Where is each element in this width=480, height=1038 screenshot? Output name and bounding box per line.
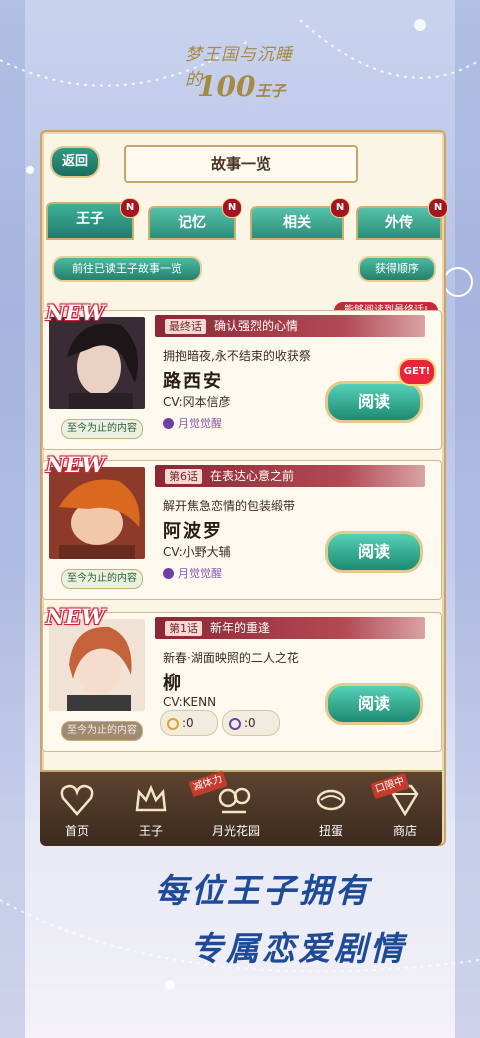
nav-label: 商店: [392, 824, 417, 838]
new-label: NEW: [46, 300, 105, 325]
prince-name: 阿波罗: [163, 521, 223, 542]
voice-actor: CV:冈本信彦: [163, 395, 231, 409]
prince-portrait[interactable]: [49, 317, 145, 409]
prince-portrait[interactable]: [49, 467, 145, 559]
chapter-number: 最终话: [165, 319, 206, 334]
back-button[interactable]: 返回: [50, 146, 100, 178]
story-card-lucian: 最终话 确认强烈的心情 拥抱暗夜,永不结束的收获祭 路西安 CV:冈本信彦 月觉觉…: [42, 310, 442, 450]
moon-count: :0: [244, 716, 256, 730]
heart-icon: [60, 784, 94, 816]
chapter-title: 新年的重逢: [210, 621, 271, 635]
page-title: 故事一览: [124, 145, 358, 183]
tab-memory-new-badge: N: [222, 198, 242, 218]
moon-icon: [229, 718, 241, 730]
voice-actor: CV:小野大辅: [163, 545, 231, 559]
moon-icon: [163, 418, 174, 429]
moon-counter: :0: [222, 710, 280, 736]
logo-number: 100: [197, 70, 256, 103]
read-button[interactable]: 阅读: [325, 381, 423, 423]
chapter-title: 确认强烈的心情: [214, 319, 299, 333]
read-button[interactable]: 阅读: [325, 683, 423, 725]
gacha-icon: [316, 789, 346, 811]
chapter-banner: 第1话 新年的重逢: [155, 617, 425, 639]
story-so-far-button-disabled: 至今为止的内容: [61, 721, 143, 741]
prince-portrait[interactable]: [49, 619, 145, 711]
game-logo: 梦王国与沉睡的 100王子: [185, 40, 295, 110]
awakening-status: 月觉觉醒: [163, 565, 222, 581]
nav-label: 扭蛋: [318, 824, 343, 838]
sort-order-button[interactable]: 获得顺序: [358, 256, 436, 282]
story-card-apollo: 第6话 在表达心意之前 解开焦急恋情的包装缎带 阿波罗 CV:小野大辅 月觉觉醒 …: [42, 460, 442, 600]
prince-name: 柳: [163, 673, 183, 694]
slogan-line2: 专属恋爱剧情: [190, 929, 406, 968]
story-description: 拥抱暗夜,永不结束的收获祭: [163, 349, 311, 363]
logo-title-line2: 100王子: [197, 70, 285, 103]
chapter-banner: 最终话 确认强烈的心情: [155, 315, 425, 337]
nav-prince[interactable]: 王子: [118, 776, 184, 844]
nav-label: 王子: [138, 824, 163, 838]
tab-prince-new-badge: N: [120, 198, 140, 218]
logo-suffix: 王子: [255, 82, 286, 100]
nav-label: 月光花园: [211, 824, 260, 838]
chapter-number: 第1话: [165, 621, 202, 636]
chapter-title: 在表达心意之前: [210, 469, 295, 483]
status-label: 月觉觉醒: [178, 567, 222, 580]
crown-icon: [135, 784, 167, 812]
nav-label: 首页: [64, 824, 89, 838]
nav-gacha[interactable]: 扭蛋: [298, 776, 364, 844]
story-description: 新春·湖面映照的二人之花: [163, 651, 299, 665]
slogan-line1: 每位王子拥有: [155, 871, 371, 910]
gold-count: :0: [182, 716, 194, 730]
status-label: 月觉觉醒: [178, 417, 222, 430]
nav-home[interactable]: 首页: [44, 776, 110, 844]
awakening-status: 月觉觉醒: [163, 415, 222, 431]
chapter-number: 第6话: [165, 469, 202, 484]
tab-side-story-new-badge: N: [428, 198, 448, 218]
new-label: NEW: [46, 604, 105, 629]
tab-related-new-badge: N: [330, 198, 350, 218]
story-so-far-button[interactable]: 至今为止的内容: [61, 419, 143, 439]
gold-ring-icon: [167, 718, 179, 730]
moon-icon: [163, 568, 174, 579]
story-so-far-button[interactable]: 至今为止的内容: [61, 569, 143, 589]
get-badge: GET!: [398, 358, 436, 386]
chapter-banner: 第6话 在表达心意之前: [155, 465, 425, 487]
read-button[interactable]: 阅读: [325, 531, 423, 573]
new-label: NEW: [46, 452, 105, 477]
gold-ring-counter: :0: [160, 710, 218, 736]
voice-actor: CV:KENN: [163, 695, 217, 709]
story-description: 解开焦急恋情的包装缎带: [163, 499, 296, 513]
goto-read-list-button[interactable]: 前往已读王子故事一览: [52, 256, 202, 282]
prince-name: 路西安: [163, 371, 223, 392]
